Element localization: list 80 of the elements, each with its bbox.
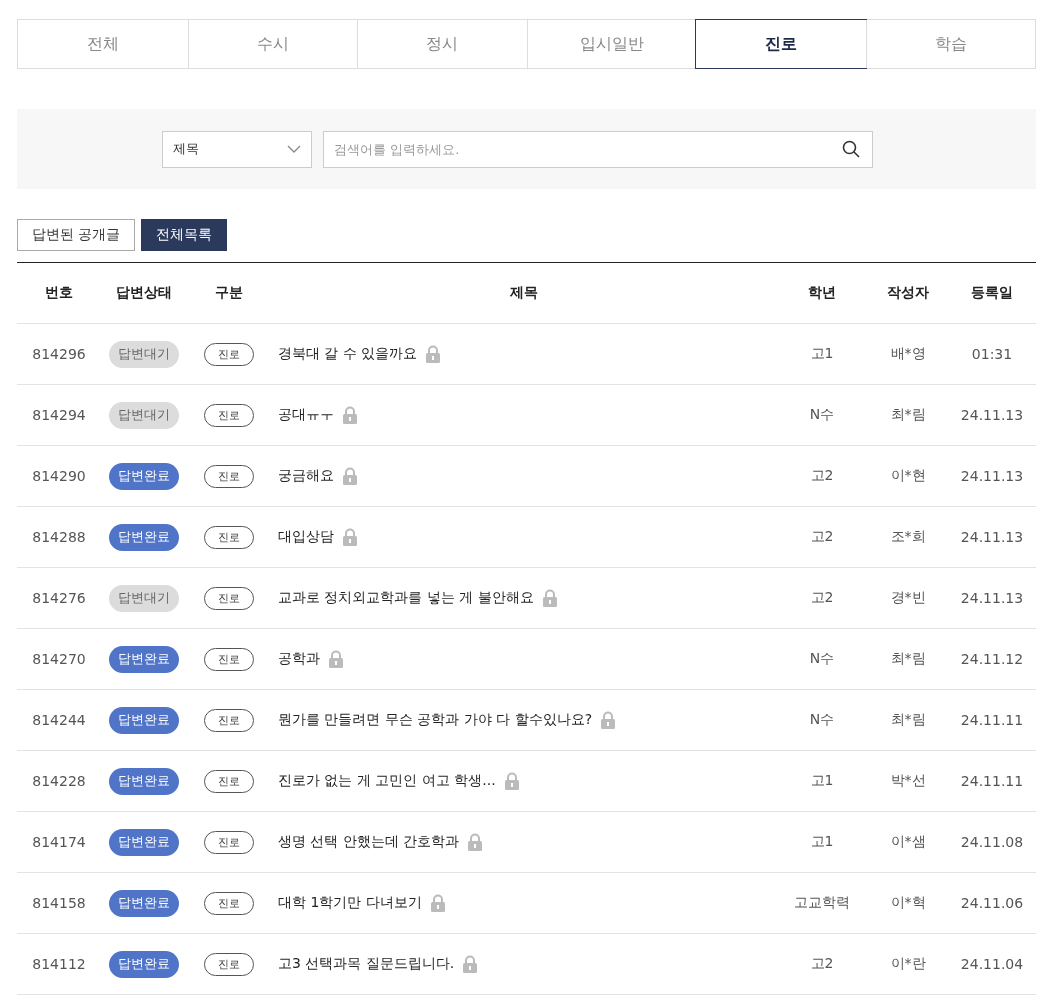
post-title-link[interactable]: 대학 1학기만 다녀보기: [278, 894, 422, 912]
date-cell-text: 24.11.13: [959, 468, 1025, 484]
date-cell-text: 24.11.13: [959, 529, 1025, 545]
author-cell-text: 박*선: [889, 772, 927, 790]
post-number: 814228: [31, 773, 87, 789]
post-title-link[interactable]: 교과로 정치외교학과를 넣는 게 불안해요: [278, 589, 534, 607]
answer-status-badge: 답변완료: [109, 462, 179, 490]
post-title-link[interactable]: 진로가 없는 게 고민인 여고 학생...: [278, 772, 496, 790]
answer-status-badge: 답변완료: [109, 645, 179, 673]
author-cell-text: 이*현: [889, 467, 927, 485]
author-cell-text: 이*혁: [889, 894, 927, 912]
answer-status-badge: 답변완료: [109, 706, 179, 734]
grade-cell-text: 고2: [809, 528, 835, 546]
author-cell-text: 최*림: [889, 650, 927, 668]
answer-status-badge: 답변대기: [109, 584, 179, 612]
answer-status-badge: 답변완료: [109, 767, 179, 795]
post-number: 814276: [31, 590, 87, 606]
grade-cell-text: N수: [808, 406, 836, 424]
date-cell-text: 24.11.11: [959, 773, 1025, 789]
column-header: 제목: [508, 284, 539, 302]
answer-status-badge: 답변완료: [109, 523, 179, 551]
answer-status-badge: 답변대기: [109, 401, 179, 429]
post-title-link[interactable]: 생명 선택 안했는데 간호학과: [278, 833, 460, 851]
date-cell-text: 01:31: [970, 346, 1014, 362]
author-cell-text: 최*림: [889, 406, 927, 424]
grade-cell-text: N수: [808, 650, 836, 668]
search-field[interactable]: 검색어를 입력하세요.: [323, 130, 873, 168]
grade-cell-text: 고교학력: [793, 894, 851, 912]
post-title-link[interactable]: 대입상담: [278, 528, 334, 546]
date-cell-text: 24.11.13: [959, 590, 1025, 606]
post-title-link[interactable]: 궁금해요: [278, 467, 334, 485]
answer-status-badge: 답변완료: [109, 950, 179, 978]
list-filter-button[interactable]: 전체목록: [141, 219, 228, 251]
post-number: 814296: [31, 346, 87, 362]
grade-cell-text: 고1: [809, 345, 835, 363]
answer-status-badge: 답변대기: [109, 340, 179, 368]
author-cell-text: 조*희: [889, 528, 927, 546]
grade-cell-text: 고2: [809, 467, 835, 485]
post-title-link[interactable]: 공대ㅠㅜ: [278, 406, 334, 424]
search-type-select[interactable]: 제목: [162, 130, 312, 168]
author-cell-text: 배*영: [889, 345, 927, 363]
answer-status-badge: 답변완료: [109, 889, 179, 917]
grade-cell-text: 고1: [809, 833, 835, 851]
post-title-link[interactable]: 공학과: [278, 650, 320, 668]
post-number: 814244: [31, 712, 87, 728]
column-header: 등록일: [970, 284, 1014, 302]
column-header: 학년: [807, 284, 837, 302]
post-number: 814294: [31, 407, 87, 423]
category-tab[interactable]: 진로: [695, 19, 867, 69]
author-cell-text: 경*빈: [889, 589, 927, 607]
post-number: 814270: [31, 651, 87, 667]
chevron-down-icon: [287, 145, 301, 153]
column-header: 구분: [214, 284, 244, 302]
post-number: 814112: [31, 956, 87, 972]
column-header: 답변상태: [115, 284, 173, 302]
answer-status-badge: 답변완료: [109, 828, 179, 856]
search-icon[interactable]: [842, 139, 860, 158]
post-number: 814174: [31, 834, 87, 850]
author-cell-text: 이*샘: [889, 833, 927, 851]
post-title-link[interactable]: 경북대 갈 수 있을까요: [278, 345, 418, 363]
post-number: 814158: [31, 895, 87, 911]
grade-cell-text: N수: [808, 711, 836, 729]
date-cell-text: 24.11.06: [959, 895, 1025, 911]
grade-cell-text: 고2: [809, 589, 835, 607]
post-title-link[interactable]: 고3 선택과목 질문드립니다.: [278, 955, 455, 973]
grade-cell-text: 고1: [809, 772, 835, 790]
date-cell-text: 24.11.12: [959, 651, 1025, 667]
list-filter-button[interactable]: 답변된 공개글: [17, 219, 136, 251]
grade-cell-text: 고2: [809, 955, 835, 973]
column-header: 번호: [44, 284, 74, 302]
post-title-link[interactable]: 뭔가를 만들려면 무슨 공학과 가야 다 할수있나요?: [278, 711, 593, 729]
author-cell-text: 최*림: [889, 711, 927, 729]
column-header: 작성자: [886, 284, 930, 302]
date-cell-text: 24.11.13: [959, 407, 1025, 423]
post-number: 814288: [31, 529, 87, 545]
date-cell-text: 24.11.08: [959, 834, 1025, 850]
date-cell-text: 24.11.04: [959, 956, 1025, 972]
date-cell-text: 24.11.11: [959, 712, 1025, 728]
post-number: 814290: [31, 468, 87, 484]
author-cell-text: 이*란: [889, 955, 927, 973]
